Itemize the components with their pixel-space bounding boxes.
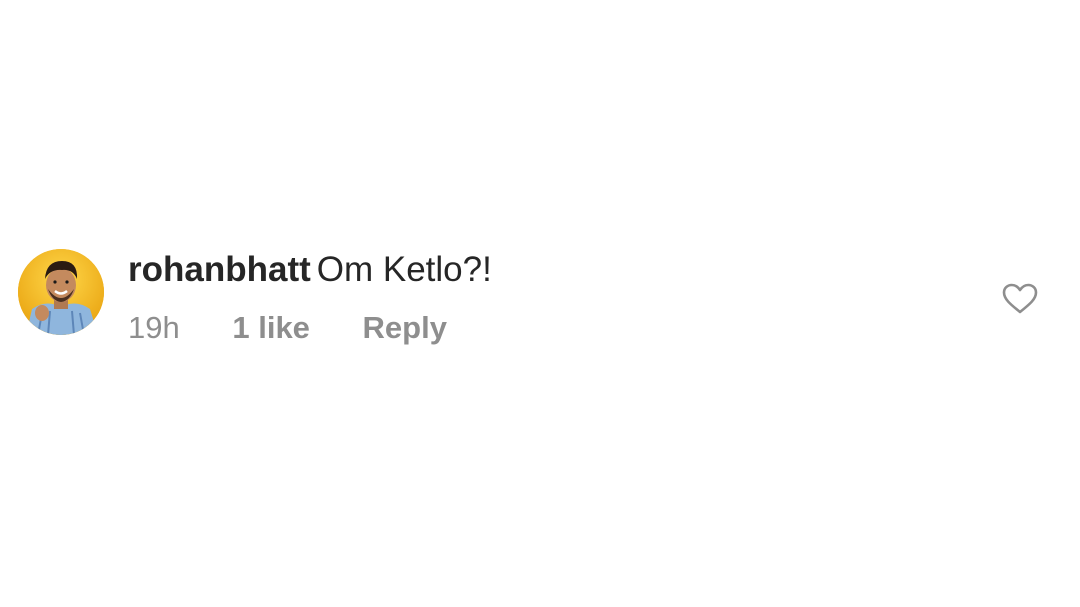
comment-row: rohanbhatt Om Ketlo?! 19h 1 like Reply: [18, 246, 1048, 356]
comment-username[interactable]: rohanbhatt: [128, 250, 311, 289]
avatar-image: [18, 249, 104, 335]
comment-line: rohanbhatt Om Ketlo?!: [128, 246, 492, 294]
comment-likes-count[interactable]: 1 like: [232, 308, 310, 348]
comment-text: Om Ketlo?!: [316, 250, 492, 289]
heart-outline-icon[interactable]: [1002, 283, 1038, 315]
avatar[interactable]: [18, 249, 104, 335]
comment-meta: 19h 1 like Reply: [128, 308, 492, 348]
comment-body: rohanbhatt Om Ketlo?! 19h 1 like Reply: [128, 246, 492, 348]
reply-button[interactable]: Reply: [363, 308, 447, 348]
comment-timestamp: 19h: [128, 310, 180, 345]
comment-screen: rohanbhatt Om Ketlo?! 19h 1 like Reply: [0, 0, 1080, 607]
